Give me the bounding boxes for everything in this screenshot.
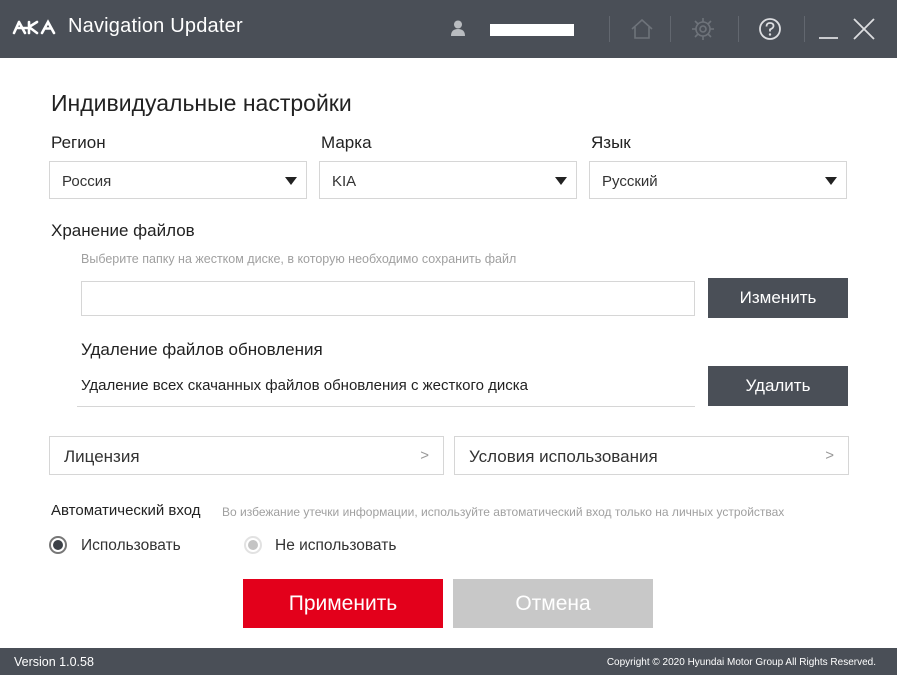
- license-link[interactable]: Лицензия >: [49, 436, 444, 475]
- radio-use[interactable]: [49, 536, 67, 554]
- divider: [670, 16, 671, 42]
- caret-down-icon: [825, 177, 837, 185]
- user-name-redacted: [490, 24, 574, 36]
- chevron-right-icon: >: [420, 447, 429, 464]
- delete-files-button[interactable]: Удалить: [708, 366, 848, 406]
- cancel-button[interactable]: Отмена: [453, 579, 653, 628]
- chevron-right-icon: >: [825, 447, 834, 464]
- terms-link[interactable]: Условия использования >: [454, 436, 849, 475]
- divider: [738, 16, 739, 42]
- home-icon[interactable]: [628, 15, 656, 43]
- close-icon[interactable]: [850, 15, 878, 43]
- brand-value: KIA: [332, 173, 357, 190]
- apply-button[interactable]: Применить: [243, 579, 443, 628]
- kia-logo: [12, 19, 56, 35]
- storage-title: Хранение файлов: [51, 221, 195, 240]
- deletion-description: Удаление всех скачанных файлов обновлени…: [81, 377, 528, 394]
- caret-down-icon: [285, 177, 297, 185]
- radio-dont-use[interactable]: [244, 536, 262, 554]
- app-title: Navigation Updater: [68, 15, 243, 37]
- brand-label: Марка: [321, 133, 372, 152]
- region-label: Регион: [51, 133, 106, 152]
- license-label: Лицензия: [64, 447, 140, 466]
- gear-icon[interactable]: [689, 15, 717, 43]
- storage-path-input[interactable]: [81, 281, 695, 316]
- divider: [77, 406, 695, 407]
- help-icon[interactable]: [756, 15, 784, 43]
- auto-login-hint: Во избежание утечки информации, использу…: [222, 505, 785, 519]
- language-select[interactable]: Русский: [589, 161, 847, 199]
- copyright-text: Copyright © 2020 Hyundai Motor Group All…: [606, 657, 876, 668]
- radio-dont-use-label[interactable]: Не использовать: [275, 537, 396, 555]
- divider: [609, 16, 610, 42]
- minimize-icon[interactable]: [815, 15, 843, 43]
- deletion-title: Удаление файлов обновления: [81, 340, 323, 359]
- terms-label: Условия использования: [469, 447, 658, 466]
- radio-use-label[interactable]: Использовать: [81, 537, 181, 555]
- version-text: Version 1.0.58: [14, 655, 94, 669]
- brand-select[interactable]: KIA: [319, 161, 577, 199]
- language-label: Язык: [591, 133, 631, 152]
- page-title: Индивидуальные настройки: [51, 90, 352, 116]
- auto-login-label: Автоматический вход: [51, 502, 201, 519]
- region-select[interactable]: Россия: [49, 161, 307, 199]
- divider: [804, 16, 805, 42]
- title-bar: Navigation Updater: [0, 0, 897, 58]
- change-folder-button[interactable]: Изменить: [708, 278, 848, 318]
- caret-down-icon: [555, 177, 567, 185]
- language-value: Русский: [602, 173, 658, 190]
- footer-bar: Version 1.0.58 Copyright © 2020 Hyundai …: [0, 648, 897, 675]
- region-value: Россия: [62, 173, 112, 190]
- storage-hint: Выберите папку на жестком диске, в котор…: [81, 252, 517, 266]
- user-icon: [449, 19, 467, 37]
